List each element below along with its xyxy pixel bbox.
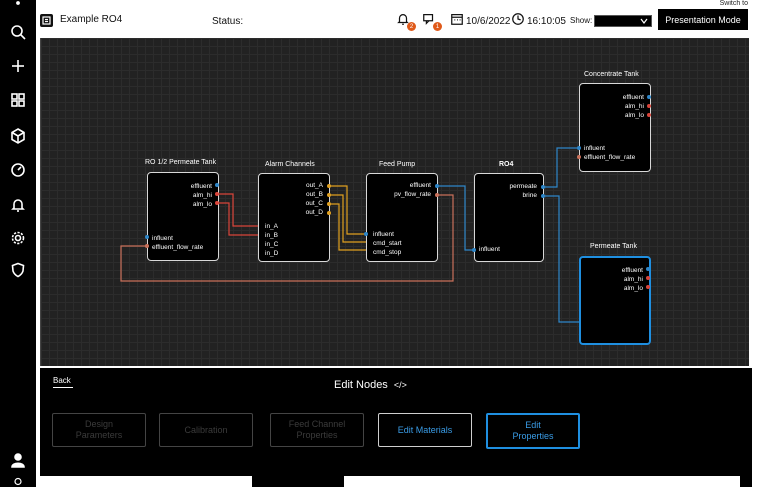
cube-icon[interactable] bbox=[0, 124, 36, 148]
user-icon[interactable] bbox=[0, 448, 36, 472]
edit-nodes-panel: Back Edit Nodes </> Design Parameters Ca… bbox=[40, 368, 752, 487]
node-editor-canvas[interactable]: RO 1/2 Permeate Tank effluent alm_hi alm… bbox=[40, 38, 749, 366]
panel-title: Edit Nodes </> bbox=[334, 379, 407, 391]
edit-properties-label: Edit Properties bbox=[512, 420, 554, 441]
top-bar: Switch to Example RO4 Status: 2 1 10/6/2… bbox=[36, 0, 768, 38]
app-logo-icon bbox=[40, 14, 53, 27]
chevron-down-icon bbox=[640, 18, 648, 24]
design-parameters-button[interactable]: Design Parameters bbox=[52, 413, 146, 447]
node-ro12-permeate-tank[interactable]: effluent alm_hi alm_lo influent effluent… bbox=[147, 172, 219, 261]
clock-icon bbox=[511, 12, 527, 28]
port-in-a[interactable]: in_A bbox=[265, 223, 278, 231]
port-effluent-flow-rate[interactable]: effluent_flow_rate bbox=[152, 244, 203, 252]
port-effluent[interactable]: effluent bbox=[623, 94, 644, 102]
show-label: Show: bbox=[570, 16, 593, 25]
switch-to-label: Switch to bbox=[719, 0, 748, 7]
port-alm-hi[interactable]: alm_hi bbox=[624, 276, 643, 284]
sidebar bbox=[0, 0, 36, 487]
add-icon[interactable] bbox=[0, 54, 36, 78]
calibration-button[interactable]: Calibration bbox=[159, 413, 253, 447]
port-out-c[interactable]: out_C bbox=[306, 200, 323, 208]
port-in-c[interactable]: in_C bbox=[265, 241, 278, 249]
edit-properties-button[interactable]: Edit Properties bbox=[486, 413, 580, 449]
node-alarm-channels[interactable]: out_A out_B out_C out_D in_A in_B in_C i… bbox=[258, 173, 330, 262]
app-title: Example RO4 bbox=[60, 14, 123, 25]
port-alm-lo[interactable]: alm_lo bbox=[624, 285, 643, 293]
node-title-feed-pump: Feed Pump bbox=[379, 161, 416, 168]
node-feed-pump[interactable]: effluent pv_flow_rate influent cmd_start… bbox=[366, 173, 438, 262]
port-out-b[interactable]: out_B bbox=[306, 191, 323, 199]
port-in-d[interactable]: in_D bbox=[265, 250, 278, 258]
presentation-mode-button[interactable]: Presentation Mode bbox=[658, 9, 748, 30]
show-select[interactable] bbox=[594, 15, 652, 27]
port-alm-lo[interactable]: alm_lo bbox=[625, 112, 644, 120]
port-effluent[interactable]: effluent bbox=[622, 267, 643, 275]
node-title-concentrate-tank: Concentrate Tank bbox=[584, 71, 639, 78]
port-alm-hi[interactable]: alm_hi bbox=[625, 103, 644, 111]
bottom-card-right bbox=[344, 476, 740, 487]
port-alm-lo[interactable]: alm_lo bbox=[193, 201, 212, 209]
gauge-icon[interactable] bbox=[0, 158, 36, 182]
port-influent[interactable]: influent bbox=[584, 145, 605, 153]
port-influent[interactable]: influent bbox=[479, 246, 500, 254]
status-label: Status: bbox=[212, 16, 244, 27]
code-icon: </> bbox=[393, 380, 407, 390]
alerts-bell-icon[interactable]: 2 bbox=[396, 12, 416, 31]
port-out-d[interactable]: out_D bbox=[306, 209, 323, 217]
back-link[interactable]: Back bbox=[53, 376, 71, 385]
port-influent[interactable]: influent bbox=[373, 231, 394, 239]
search-icon[interactable] bbox=[0, 20, 36, 44]
app-menu-icon[interactable] bbox=[0, 0, 36, 10]
port-pv-flow-rate[interactable]: pv_flow_rate bbox=[394, 191, 431, 199]
node-title-permeate-tank: Permeate Tank bbox=[590, 243, 637, 250]
edit-materials-button[interactable]: Edit Materials bbox=[378, 413, 472, 447]
shield-icon[interactable] bbox=[0, 258, 36, 282]
node-permeate-tank[interactable]: effluent alm_hi alm_lo bbox=[579, 256, 651, 345]
design-parameters-label: Design Parameters bbox=[75, 419, 123, 440]
port-brine[interactable]: brine bbox=[523, 192, 537, 200]
port-effluent[interactable]: effluent bbox=[191, 183, 212, 191]
port-cmd-start[interactable]: cmd_start bbox=[373, 240, 402, 248]
messages-badge: 1 bbox=[433, 22, 442, 31]
bottom-card-left bbox=[40, 476, 252, 487]
feed-channel-properties-button[interactable]: Feed Channel Properties bbox=[270, 413, 364, 447]
node-title-alarm-channels: Alarm Channels bbox=[265, 161, 315, 168]
port-influent[interactable]: influent bbox=[152, 235, 173, 243]
bell-icon[interactable] bbox=[0, 193, 36, 217]
gear-icon[interactable] bbox=[0, 226, 36, 250]
port-alm-hi[interactable]: alm_hi bbox=[193, 192, 212, 200]
alerts-badge: 2 bbox=[407, 22, 416, 31]
dashboard-icon[interactable] bbox=[0, 88, 36, 112]
port-out-a[interactable]: out_A bbox=[306, 182, 323, 190]
current-date: 10/6/2022 bbox=[466, 16, 511, 27]
port-effluent[interactable]: effluent bbox=[410, 182, 431, 190]
calendar-icon bbox=[450, 12, 466, 28]
edit-materials-label: Edit Materials bbox=[397, 424, 453, 435]
feed-channel-properties-label: Feed Channel Properties bbox=[288, 419, 346, 440]
node-title-ro4: RO4 bbox=[499, 161, 514, 168]
calibration-label: Calibration bbox=[184, 424, 228, 435]
node-concentrate-tank[interactable]: effluent alm_hi alm_lo influent effluent… bbox=[579, 83, 651, 172]
port-permeate[interactable]: permeate bbox=[510, 183, 537, 191]
messages-icon[interactable]: 1 bbox=[422, 12, 442, 31]
panel-title-text: Edit Nodes bbox=[334, 379, 388, 391]
node-title-ro12-permeate-tank: RO 1/2 Permeate Tank bbox=[145, 159, 217, 166]
port-cmd-stop[interactable]: cmd_stop bbox=[373, 249, 401, 257]
back-arrow-icon[interactable] bbox=[53, 387, 73, 388]
port-in-b[interactable]: in_B bbox=[265, 232, 278, 240]
node-ro4[interactable]: permeate brine influent bbox=[474, 173, 544, 262]
current-time: 16:10:05 bbox=[527, 16, 566, 27]
port-effluent-flow-rate[interactable]: effluent_flow_rate bbox=[584, 154, 635, 162]
